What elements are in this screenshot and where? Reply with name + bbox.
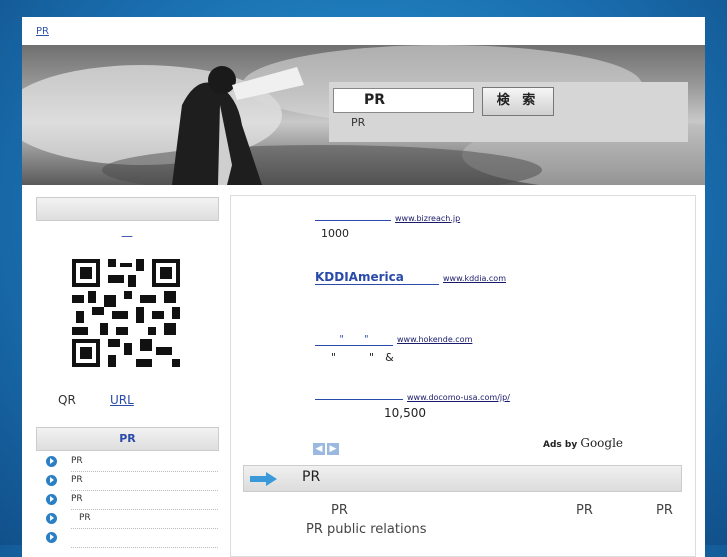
pr-text: PR [656,503,673,518]
ad-item[interactable]: www.docomo-usa.com/jp/ 10,500 [315,392,510,420]
arrow-bullet-icon [46,494,57,505]
search-box: PR 検 索 PR [329,82,688,142]
chevron-right-icon[interactable]: ▶ [327,443,339,455]
arrow-right-icon [250,472,277,486]
list-item[interactable]: PR [46,491,218,510]
sidebar-header [36,197,219,221]
list-item[interactable] [46,529,218,548]
qr-label: QR [58,393,76,407]
ad-nav: ◀ ▶ [313,436,341,455]
pr-text: PR [331,503,348,518]
ad-item[interactable]: KDDIAmerica www.kddia.com [315,270,506,285]
list-item-label[interactable]: PR [79,513,91,523]
page: PR PR 検 索 PR — QR URL PR PR PR PR PR www… [22,17,705,557]
pr-list: PR PR PR PR [36,453,218,548]
pr-heading: PR [36,427,219,451]
ads-by-label: Ads by [543,440,578,450]
ad-item[interactable]: www.bizreach.jp 1000 [315,213,460,240]
arrow-bullet-icon [46,513,57,524]
ad-url[interactable]: www.kddia.com [443,274,506,283]
search-input[interactable]: PR [333,88,474,113]
arrow-bullet-icon [46,475,57,486]
ad-title-link[interactable]: KDDIAmerica [315,270,439,285]
list-item-label[interactable]: PR [71,494,83,504]
ad-title-link[interactable] [315,220,391,221]
list-item-label[interactable]: PR [71,456,83,466]
ad-item[interactable]: " " www.hokende.com " " & [315,330,472,365]
pr-section-title: PR [302,469,321,485]
list-item-label[interactable]: PR [71,475,83,485]
ad-url[interactable]: www.bizreach.jp [395,214,460,223]
search-sub-text: PR [351,116,366,129]
main-content: www.bizreach.jp 1000 KDDIAmerica www.kddi… [230,195,696,557]
ad-url[interactable]: www.docomo-usa.com/jp/ [407,393,510,402]
ads-by-google[interactable]: Ads by Google [543,436,623,450]
arrow-bullet-icon [46,456,57,467]
url-link[interactable]: URL [110,393,134,407]
google-logo: Google [580,436,624,450]
ad-desc: 1000 [321,227,349,240]
pr-description: PR public relations [306,522,427,537]
arrow-bullet-icon [46,532,57,543]
qr-code-icon [72,259,180,367]
sidebar: — QR URL PR PR PR PR PR [36,197,219,548]
pr-text: PR [576,503,593,518]
top-pr-link[interactable]: PR [36,26,49,37]
list-item[interactable]: PR [46,510,218,529]
url-link-text[interactable]: URL [110,393,134,407]
ad-title-link[interactable]: " " [315,330,393,346]
sidebar-dash: — [121,229,133,243]
chevron-left-icon[interactable]: ◀ [313,443,325,455]
ad-desc: " " & [331,351,394,364]
header-banner: PR 検 索 PR [22,45,705,185]
list-item[interactable]: PR [46,472,218,491]
pr-section-header: PR [243,465,682,492]
ad-url[interactable]: www.hokende.com [397,335,472,344]
list-item[interactable]: PR [46,453,218,472]
ad-title-link[interactable] [315,399,403,400]
ad-desc: 10,500 [384,406,426,420]
search-button[interactable]: 検 索 [482,87,554,116]
